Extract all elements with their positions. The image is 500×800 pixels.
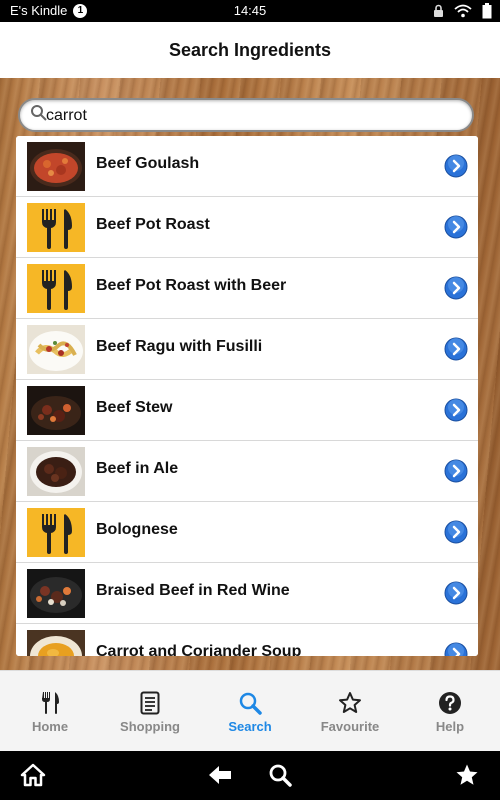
search-icon <box>239 692 262 715</box>
tab-search[interactable]: Search <box>200 671 300 752</box>
chevron-right-icon[interactable] <box>444 642 468 656</box>
recipe-thumbnail <box>27 569 85 618</box>
tab-help[interactable]: Help <box>400 671 500 752</box>
recipe-name: Beef Ragu with Fusilli <box>96 338 263 355</box>
search-box[interactable] <box>18 98 474 132</box>
system-nav-bar <box>0 751 500 800</box>
chevron-right-icon[interactable] <box>444 215 468 239</box>
recipe-thumbnail <box>27 325 85 374</box>
recipe-name: Carrot and Coriander Soup <box>96 643 302 656</box>
list-icon <box>140 691 160 715</box>
recipe-name: Beef Goulash <box>96 155 200 172</box>
home-icon[interactable] <box>20 763 46 787</box>
list-item[interactable]: Beef Stew <box>16 380 478 441</box>
list-item[interactable]: Bolognese <box>16 502 478 563</box>
status-bar: E's Kindle 1 14:45 <box>0 0 500 22</box>
recipe-name: Beef Pot Roast <box>96 216 210 233</box>
recipe-name: Braised Beef in Red Wine <box>96 582 290 599</box>
back-icon[interactable] <box>207 763 233 787</box>
help-icon <box>439 692 461 714</box>
tab-label: Shopping <box>120 719 180 734</box>
tab-label: Help <box>435 719 465 734</box>
favorite-icon[interactable] <box>455 763 479 787</box>
chevron-right-icon[interactable] <box>444 276 468 300</box>
search-input[interactable] <box>46 105 446 127</box>
recipe-thumbnail <box>27 630 85 656</box>
recipe-name: Beef Pot Roast with Beer <box>96 277 287 294</box>
page-title: Search Ingredients <box>168 39 332 60</box>
recipe-thumbnail <box>27 142 85 191</box>
title-bar: Search Ingredients <box>0 22 500 78</box>
status-time: 14:45 <box>233 3 267 18</box>
recipe-thumbnail <box>27 447 85 496</box>
battery-icon <box>482 3 492 19</box>
chevron-right-icon[interactable] <box>444 581 468 605</box>
recipe-name: Bolognese <box>96 521 178 538</box>
fork-knife-icon <box>27 508 85 557</box>
list-item[interactable]: Beef Goulash <box>16 136 478 197</box>
fork-knife-icon <box>27 203 85 252</box>
chevron-right-icon[interactable] <box>444 520 468 544</box>
recipe-thumbnail <box>27 386 85 435</box>
tab-shopping[interactable]: Shopping <box>100 671 200 752</box>
list-item[interactable]: Beef Pot Roast with Beer <box>16 258 478 319</box>
list-item[interactable]: Beef in Ale <box>16 441 478 502</box>
tab-bar: Home Shopping Search Favourite Help <box>0 670 500 751</box>
recipe-name: Beef in Ale <box>96 460 179 477</box>
fork-knife-icon <box>42 692 59 714</box>
tab-label: Favourite <box>320 719 380 734</box>
list-item[interactable]: Beef Ragu with Fusilli <box>16 319 478 380</box>
chevron-right-icon[interactable] <box>444 398 468 422</box>
chevron-right-icon[interactable] <box>444 154 468 178</box>
list-item[interactable]: Carrot and Coriander Soup <box>16 624 478 656</box>
recipe-name: Beef Stew <box>96 399 173 416</box>
status-icons <box>433 3 492 19</box>
list-item[interactable]: Beef Pot Roast <box>16 197 478 258</box>
list-item[interactable]: Braised Beef in Red Wine <box>16 563 478 624</box>
tab-label: Search <box>228 719 272 734</box>
tab-label: Home <box>31 719 69 734</box>
chevron-right-icon[interactable] <box>444 459 468 483</box>
results-list[interactable]: Beef Goulash Beef Pot Roast Beef Pot Roa… <box>16 136 478 656</box>
chevron-right-icon[interactable] <box>444 337 468 361</box>
tab-home[interactable]: Home <box>0 671 100 752</box>
star-outline-icon <box>339 692 361 713</box>
wifi-icon <box>454 4 472 18</box>
fork-knife-icon <box>27 264 85 313</box>
lock-icon <box>434 4 443 17</box>
search-icon[interactable] <box>268 763 292 787</box>
tab-favourite[interactable]: Favourite <box>300 671 400 752</box>
